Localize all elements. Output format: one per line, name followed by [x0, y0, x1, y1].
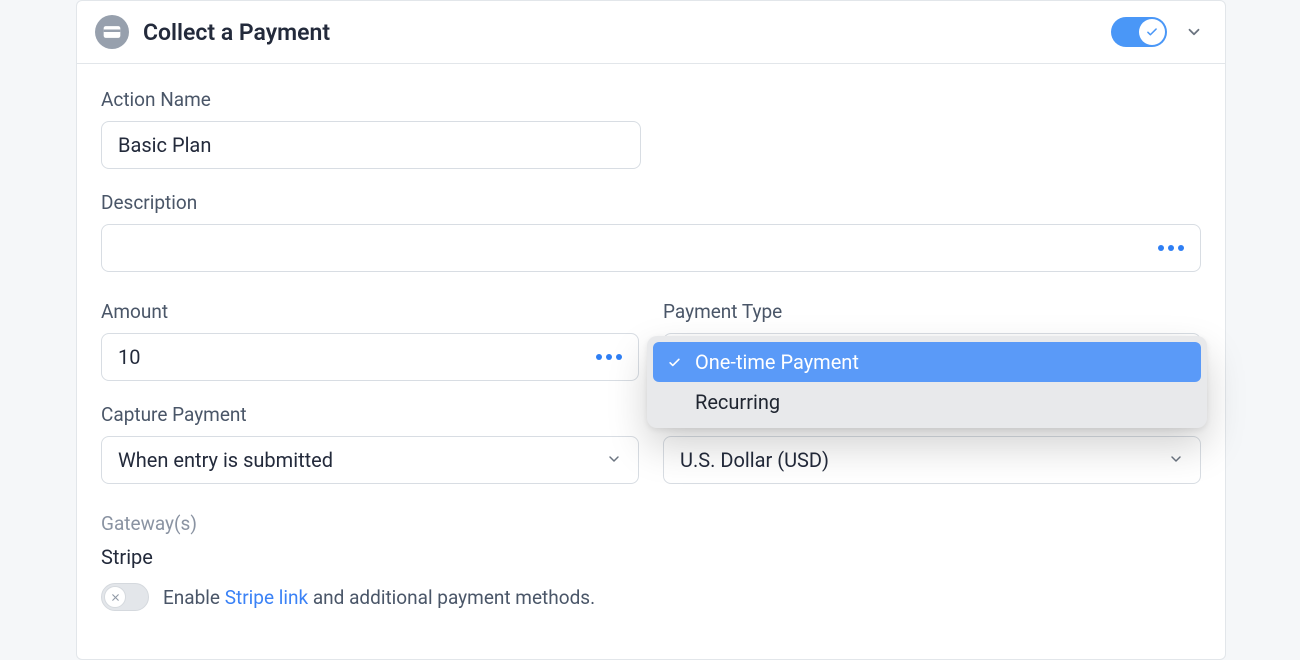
option-label: Recurring [695, 390, 780, 414]
stripe-link-row: Enable Stripe link and additional paymen… [101, 583, 1201, 611]
action-name-input[interactable]: Basic Plan [101, 121, 641, 169]
payment-type-label: Payment Type [663, 300, 1201, 323]
currency-select[interactable]: U.S. Dollar (USD) [663, 436, 1201, 484]
collect-payment-panel: Collect a Payment Action Name Basic Plan… [76, 0, 1226, 660]
action-name-label: Action Name [101, 88, 1201, 111]
stripe-link-anchor[interactable]: Stripe link [225, 586, 308, 609]
action-name-value: Basic Plan [118, 133, 211, 157]
chevron-down-icon [1168, 448, 1184, 472]
panel-body: Action Name Basic Plan Description Amoun… [77, 64, 1225, 639]
amount-value: 10 [118, 345, 140, 369]
payment-type-dropdown: One-time Payment Recurring [647, 336, 1207, 428]
currency-value: U.S. Dollar (USD) [680, 448, 829, 472]
stripe-link-toggle[interactable] [101, 583, 149, 611]
amount-merge-tags-button[interactable] [596, 354, 622, 360]
payment-type-option-one-time[interactable]: One-time Payment [653, 342, 1201, 382]
capture-payment-select[interactable]: When entry is submitted [101, 436, 639, 484]
amount-input[interactable]: 10 [101, 333, 639, 381]
description-label: Description [101, 191, 1201, 214]
description-input[interactable] [101, 224, 1201, 272]
check-icon [665, 355, 683, 370]
x-icon [104, 586, 126, 608]
check-icon [1145, 25, 1159, 39]
chevron-down-icon [1185, 23, 1203, 41]
gateways-label: Gateway(s) [101, 512, 1201, 535]
capture-payment-value: When entry is submitted [118, 448, 333, 472]
option-label: One-time Payment [695, 350, 859, 374]
chevron-down-icon [606, 448, 622, 472]
payment-type-option-recurring[interactable]: Recurring [653, 382, 1201, 422]
collapse-chevron[interactable] [1181, 19, 1207, 45]
panel-enable-toggle[interactable] [1111, 17, 1167, 47]
capture-payment-label: Capture Payment [101, 403, 639, 426]
gateway-name: Stripe [101, 545, 1201, 569]
stripe-link-text: Enable Stripe link and additional paymen… [163, 586, 595, 609]
amount-label: Amount [101, 300, 639, 323]
description-merge-tags-button[interactable] [1158, 245, 1184, 251]
credit-card-icon [95, 15, 129, 49]
panel-header: Collect a Payment [77, 1, 1225, 64]
panel-title: Collect a Payment [143, 19, 1097, 46]
